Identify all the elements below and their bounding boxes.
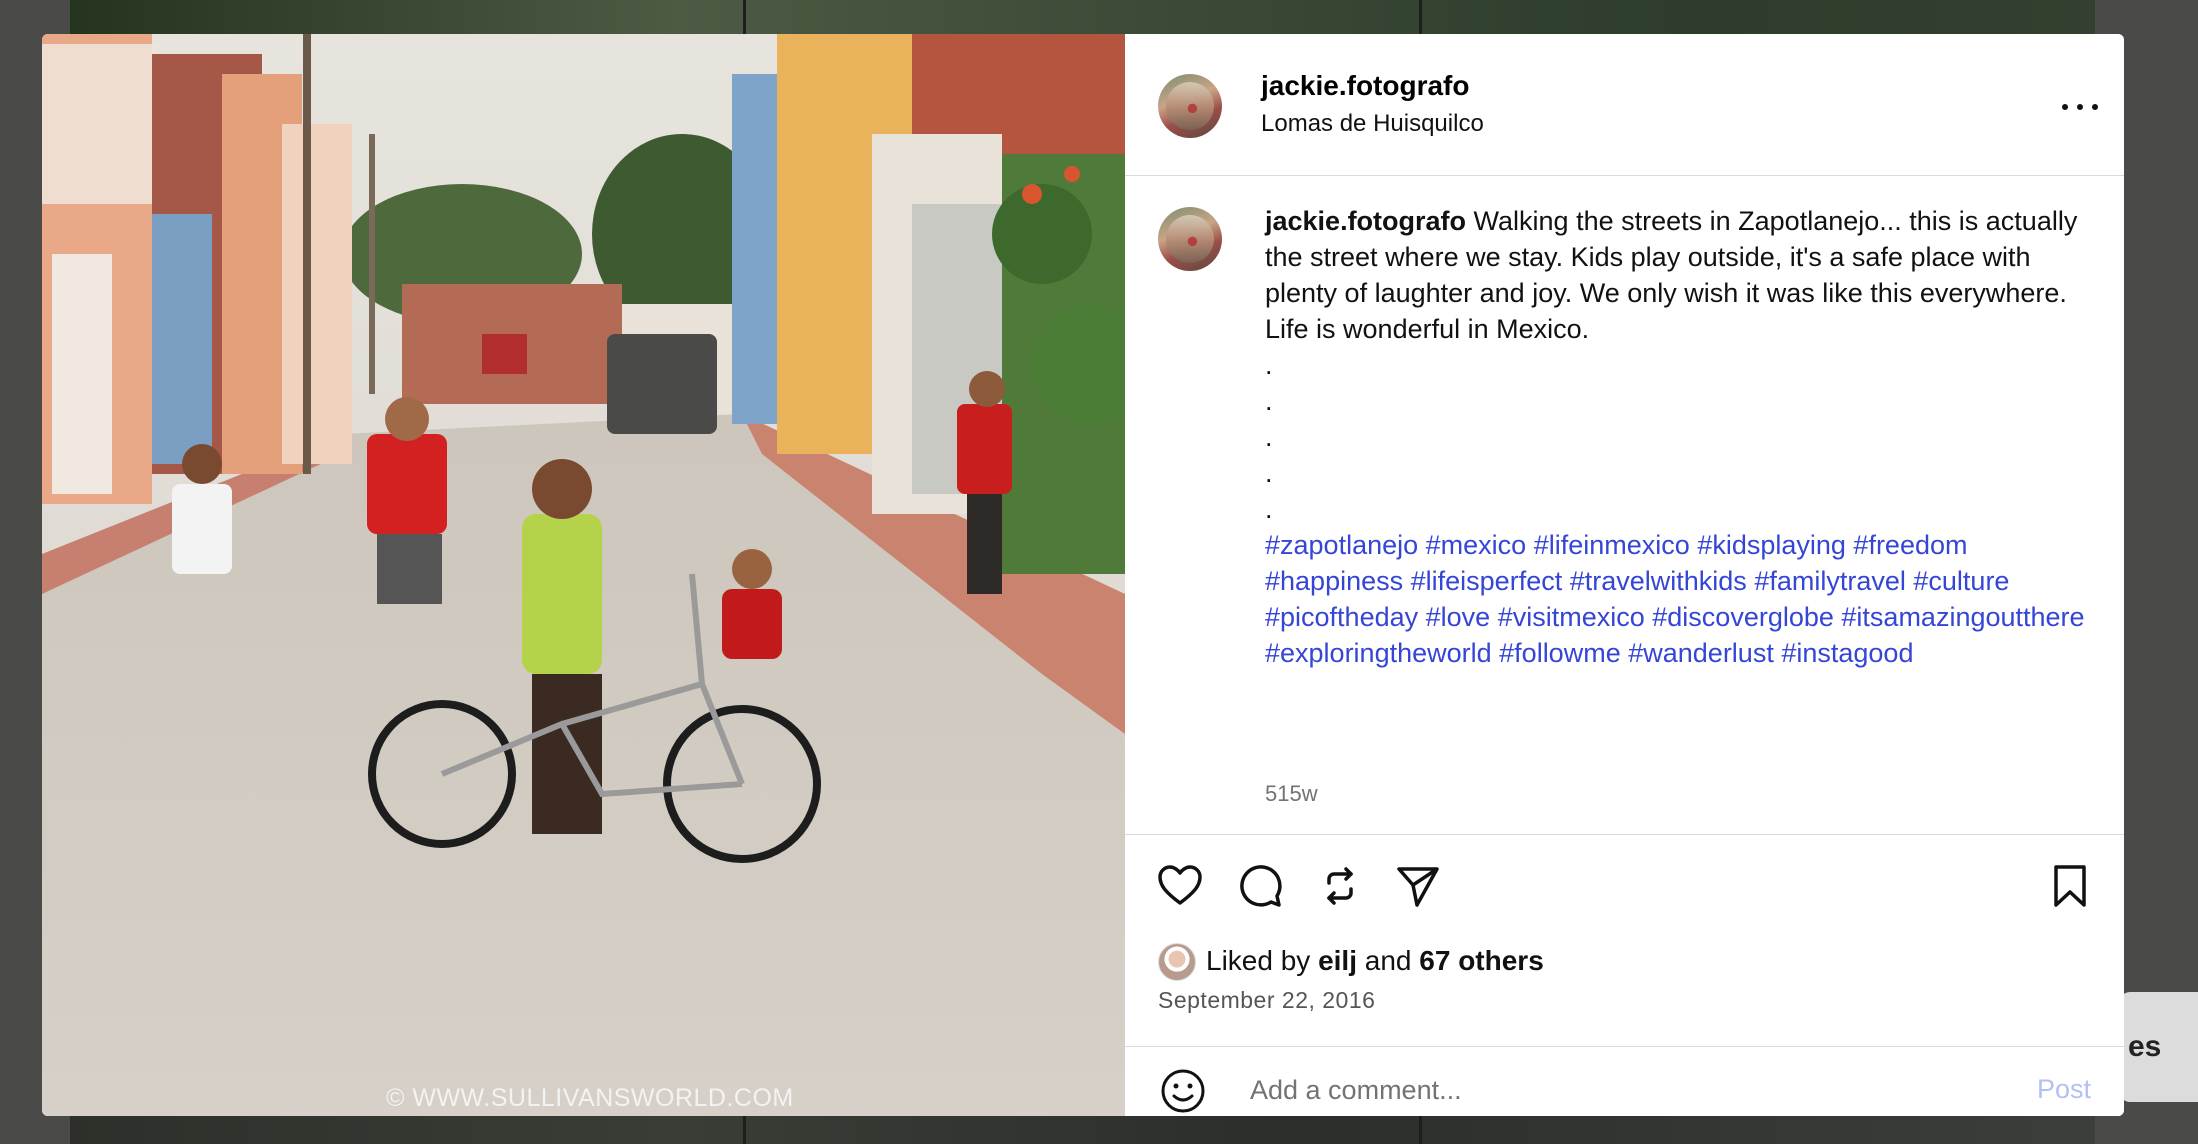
more-horizontal-icon[interactable] bbox=[2060, 86, 2100, 126]
hashtag-link[interactable]: #instagood bbox=[1781, 638, 1913, 668]
hashtag-link[interactable]: #lifeinmexico bbox=[1534, 530, 1690, 560]
hashtag-link[interactable]: #exploringtheworld bbox=[1265, 638, 1492, 668]
comment-input[interactable] bbox=[1248, 1064, 1952, 1116]
hashtag-link[interactable]: #mexico bbox=[1426, 530, 1527, 560]
hashtag-link[interactable]: #zapotlanejo bbox=[1265, 530, 1418, 560]
share-icon[interactable] bbox=[1393, 861, 1443, 911]
hashtag-link[interactable]: #travelwithkids bbox=[1570, 566, 1747, 596]
post-modal: © WWW.SULLIVANSWORLD.COM jackie.fotograf… bbox=[42, 34, 2124, 1116]
smiley-icon[interactable] bbox=[1158, 1066, 1208, 1116]
caption-dot: . bbox=[1265, 458, 1273, 488]
caption-username[interactable]: jackie.fotografo bbox=[1265, 206, 1466, 236]
comment-bar: Post bbox=[1125, 1046, 2124, 1116]
post-side-panel: jackie.fotografo Lomas de Huisquilco jac… bbox=[1125, 34, 2124, 1116]
caption-area: jackie.fotografo Walking the streets in … bbox=[1125, 175, 2124, 833]
hashtag-link[interactable]: #love bbox=[1426, 602, 1491, 632]
post-header: jackie.fotografo Lomas de Huisquilco bbox=[1125, 34, 2124, 176]
post-time-ago[interactable]: 515w bbox=[1265, 781, 1318, 807]
hashtag-link[interactable]: #picoftheday bbox=[1265, 602, 1418, 632]
hashtag-link[interactable]: #kidsplaying bbox=[1697, 530, 1846, 560]
grid-divider bbox=[1419, 0, 1422, 34]
hashtag-link[interactable]: #wanderlust bbox=[1628, 638, 1774, 668]
hashtag-link[interactable]: #followme bbox=[1499, 638, 1621, 668]
author-username[interactable]: jackie.fotografo bbox=[1261, 70, 1469, 102]
hashtag-link[interactable]: #lifeisperfect bbox=[1411, 566, 1563, 596]
caption-line-2: Life is wonderful in Mexico. bbox=[1265, 314, 1590, 344]
author-avatar[interactable] bbox=[1158, 74, 1222, 138]
photo-watermark: © WWW.SULLIVANSWORLD.COM bbox=[386, 1084, 794, 1112]
liker-avatar[interactable] bbox=[1158, 943, 1196, 981]
caption-text: jackie.fotografo Walking the streets in … bbox=[1265, 203, 2085, 671]
post-comment-button[interactable]: Post bbox=[2037, 1074, 2091, 1105]
post-location[interactable]: Lomas de Huisquilco bbox=[1261, 110, 1484, 138]
caption-dot: . bbox=[1265, 386, 1273, 416]
bookmark-icon[interactable] bbox=[2045, 861, 2095, 911]
caption-dot: . bbox=[1265, 350, 1273, 380]
likes-others-count[interactable]: 67 others bbox=[1419, 945, 1544, 976]
hashtag-link[interactable]: #familytravel bbox=[1754, 566, 1906, 596]
action-bar: Liked by eilj and 67 others September 22… bbox=[1125, 834, 2124, 1047]
backdrop-grid-top bbox=[70, 0, 2095, 34]
caption-dot: . bbox=[1265, 422, 1273, 452]
street-scene-illustration bbox=[42, 34, 1125, 1116]
grid-divider bbox=[743, 0, 746, 34]
likes-prefix: Liked by bbox=[1206, 945, 1319, 976]
caption-dot: . bbox=[1265, 494, 1273, 524]
post-photo[interactable]: © WWW.SULLIVANSWORLD.COM bbox=[42, 34, 1125, 1116]
post-date: September 22, 2016 bbox=[1158, 987, 1376, 1013]
likes-text[interactable]: Liked by eilj and 67 others bbox=[1206, 945, 1544, 977]
hashtag-link[interactable]: #culture bbox=[1913, 566, 2009, 596]
hashtag-link[interactable]: #freedom bbox=[1853, 530, 1967, 560]
grid-divider bbox=[1419, 1116, 1422, 1144]
liker-username[interactable]: eilj bbox=[1318, 945, 1357, 976]
hashtag-list: #zapotlanejo #mexico #lifeinmexico #kids… bbox=[1265, 527, 2085, 671]
hashtag-link[interactable]: #discoverglobe bbox=[1652, 602, 1834, 632]
hashtag-link[interactable]: #itsamazingoutthere bbox=[1841, 602, 2084, 632]
heart-icon[interactable] bbox=[1155, 861, 1205, 911]
grid-divider bbox=[743, 1116, 746, 1144]
caption-author-avatar[interactable] bbox=[1158, 207, 1222, 271]
hashtag-link[interactable]: #happiness bbox=[1265, 566, 1403, 596]
background-card-text: es bbox=[2128, 1030, 2162, 1063]
repost-icon[interactable] bbox=[1315, 861, 1365, 911]
hashtag-link[interactable]: #visitmexico bbox=[1498, 602, 1645, 632]
likes-and: and bbox=[1357, 945, 1420, 976]
comment-icon[interactable] bbox=[1235, 861, 1285, 911]
backdrop-grid-bottom bbox=[70, 1116, 2095, 1144]
